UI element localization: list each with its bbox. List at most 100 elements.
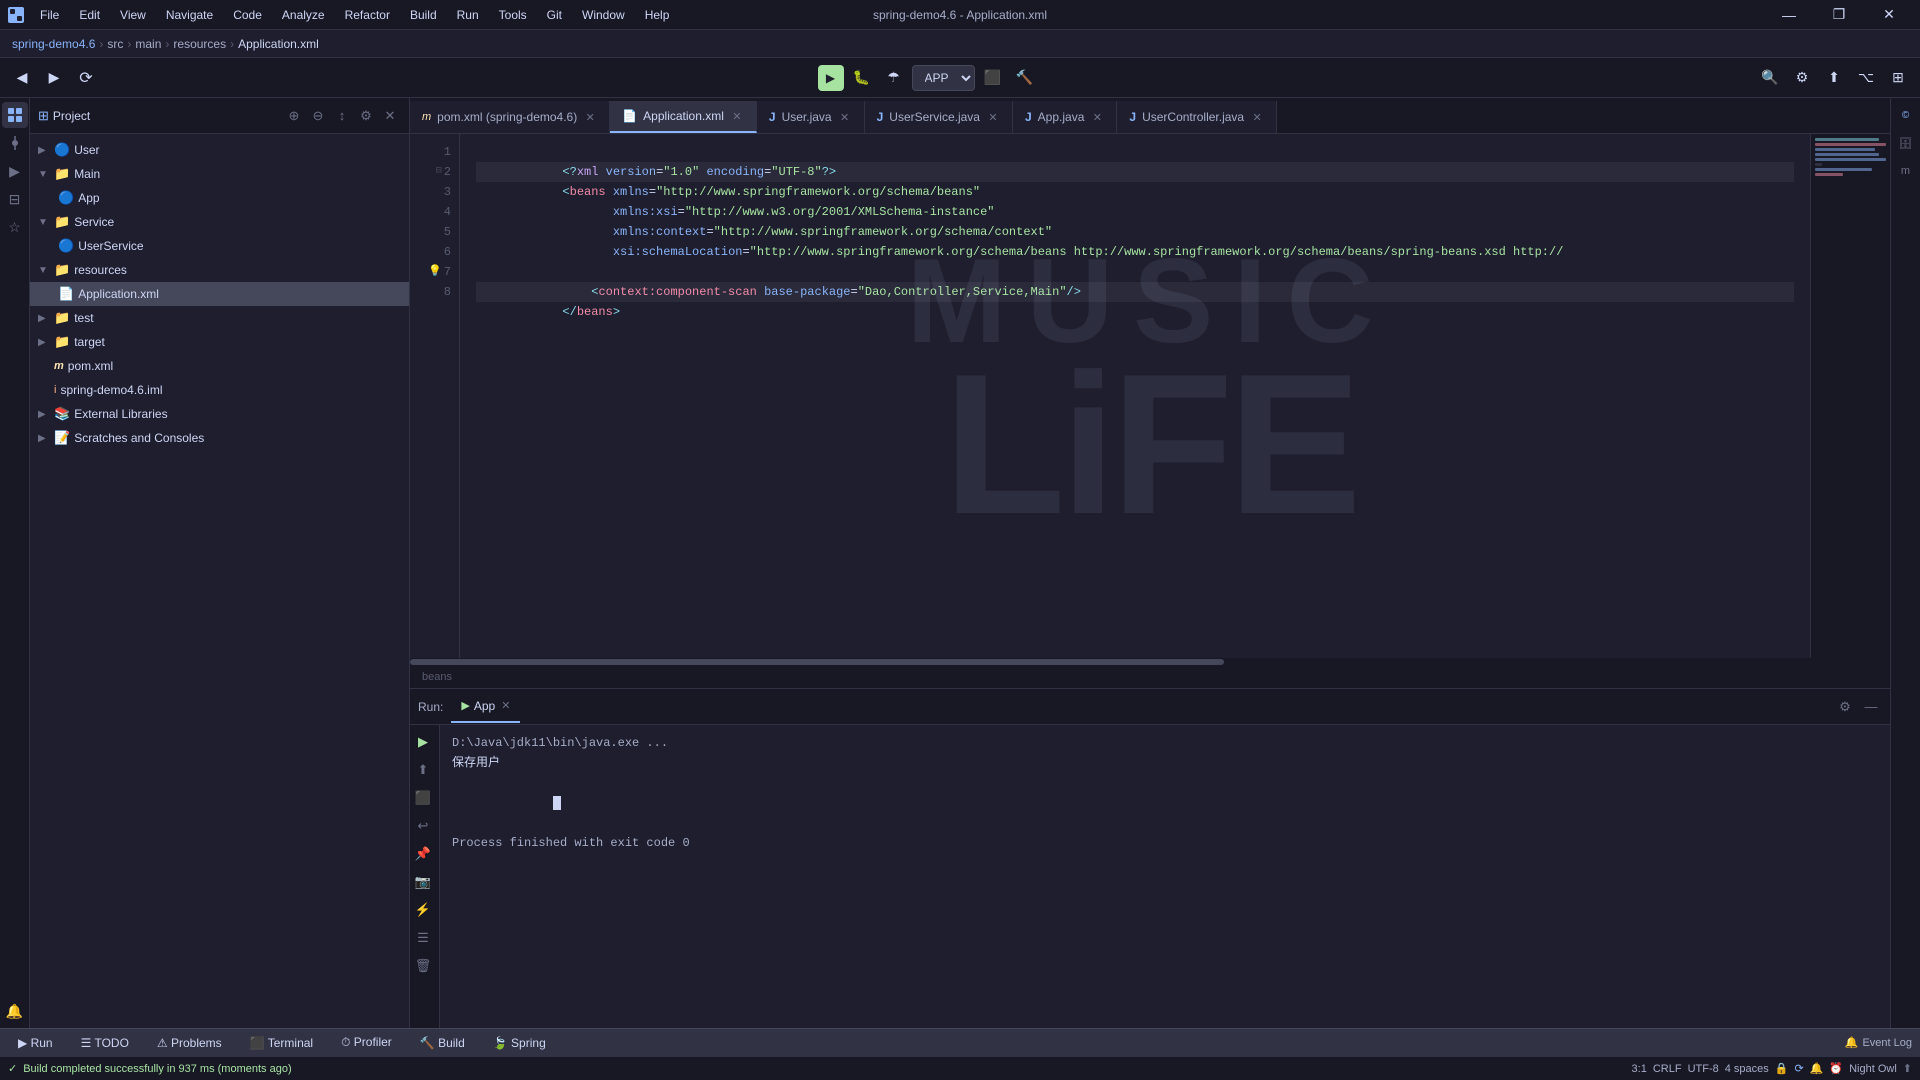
collapse-all-button[interactable]: ⊖	[307, 105, 329, 127]
tree-item-test[interactable]: ▶ 📁 test	[30, 306, 409, 330]
code-content[interactable]: <?xml version="1.0" encoding="UTF-8"?> <…	[460, 134, 1810, 658]
locate-file-button[interactable]: ⊕	[283, 105, 305, 127]
run-button[interactable]: ▶	[818, 65, 844, 91]
tree-item-resources[interactable]: ▼ 📁 resources	[30, 258, 409, 282]
run-tab-close[interactable]: ✕	[501, 699, 510, 712]
menu-git[interactable]: Git	[539, 6, 570, 24]
search-everywhere-button[interactable]: 🔍	[1756, 64, 1784, 92]
tab-pom-close[interactable]: ✕	[583, 110, 597, 124]
run-tool-trash[interactable]: 🗑	[410, 953, 436, 979]
close-button[interactable]: ✕	[1866, 0, 1912, 30]
tree-item-external-libs[interactable]: ▶ 📚 External Libraries	[30, 402, 409, 426]
run-tool-pin[interactable]: 📌	[410, 841, 436, 867]
run-tab-app[interactable]: ▶ App ✕	[451, 691, 520, 723]
breadcrumb-part-4[interactable]: resources	[173, 37, 226, 51]
breadcrumb-part-1[interactable]: spring-demo4.6	[12, 37, 95, 51]
layout-button[interactable]: ⊞	[1884, 64, 1912, 92]
line-ending-status[interactable]: CRLF	[1653, 1063, 1682, 1075]
menu-navigate[interactable]: Navigate	[158, 6, 221, 24]
theme-status[interactable]: Night Owl	[1849, 1063, 1897, 1075]
breadcrumb-part-5[interactable]: Application.xml	[238, 37, 319, 51]
encoding-status[interactable]: UTF-8	[1688, 1063, 1719, 1075]
position-status[interactable]: 3:1	[1632, 1063, 1647, 1075]
breadcrumb-part-3[interactable]: main	[135, 37, 161, 51]
tree-item-pom-xml[interactable]: m pom.xml	[30, 354, 409, 378]
bottom-tab-run[interactable]: ▶ Run	[8, 1034, 63, 1052]
menu-code[interactable]: Code	[225, 6, 270, 24]
build-project-button[interactable]: 🔨	[1011, 64, 1039, 92]
settings-button[interactable]: ⚙	[1788, 64, 1816, 92]
bottom-tab-terminal[interactable]: ⬛ Terminal	[240, 1034, 323, 1052]
tree-item-iml[interactable]: i spring-demo4.6.iml	[30, 378, 409, 402]
settings-run-button[interactable]: ⚙	[1834, 696, 1856, 718]
menu-view[interactable]: View	[112, 6, 154, 24]
menu-help[interactable]: Help	[637, 6, 678, 24]
back-button[interactable]: ◀	[8, 64, 36, 92]
codota-icon[interactable]: ©	[1893, 102, 1919, 128]
scrollbar-thumb[interactable]	[410, 659, 1224, 665]
bottom-tab-todo[interactable]: ☰ TODO	[71, 1034, 139, 1052]
refresh-button[interactable]: ⟳	[72, 64, 100, 92]
tab-userservice-close[interactable]: ✕	[986, 110, 1000, 124]
menu-tools[interactable]: Tools	[491, 6, 535, 24]
tree-item-user[interactable]: ▶ 🔵 User	[30, 138, 409, 162]
tree-item-application-xml[interactable]: 📄 Application.xml	[30, 282, 409, 306]
menu-refactor[interactable]: Refactor	[337, 6, 398, 24]
git-button[interactable]: ⌥	[1852, 64, 1880, 92]
run-tool-wrap[interactable]: ↩	[410, 813, 436, 839]
run-tool-filter[interactable]: ⚡	[410, 897, 436, 923]
run-tool-list[interactable]: ☰	[410, 925, 436, 951]
bookmark-icon[interactable]: ☆	[2, 214, 28, 240]
project-icon[interactable]	[2, 102, 28, 128]
notifications-icon[interactable]: 🔔	[2, 998, 28, 1024]
forward-button[interactable]: ▶	[40, 64, 68, 92]
breadcrumb-part-2[interactable]: src	[107, 37, 123, 51]
menu-run[interactable]: Run	[449, 6, 487, 24]
vcs-button[interactable]: ⬆	[1820, 64, 1848, 92]
menu-analyze[interactable]: Analyze	[274, 6, 333, 24]
stop-button[interactable]: ⬛	[979, 64, 1007, 92]
tab-usercontroller-close[interactable]: ✕	[1250, 110, 1264, 124]
tab-user-java[interactable]: J User.java ✕	[757, 101, 865, 133]
indent-status[interactable]: 4 spaces	[1725, 1063, 1769, 1075]
sort-button[interactable]: ↕	[331, 105, 353, 127]
tree-item-main[interactable]: ▼ 📁 Main	[30, 162, 409, 186]
tab-app-java[interactable]: J App.java ✕	[1013, 101, 1117, 133]
run-tool-camera[interactable]: 📷	[410, 869, 436, 895]
bottom-tab-profiler[interactable]: ⏱ Profiler	[331, 1033, 402, 1052]
run-tool-scroll-top[interactable]: ⬆	[410, 757, 436, 783]
tab-pom-xml[interactable]: m pom.xml (spring-demo4.6) ✕	[410, 101, 610, 133]
tree-item-scratches[interactable]: ▶ 📝 Scratches and Consoles	[30, 426, 409, 450]
editor-horizontal-scrollbar[interactable]	[410, 658, 1890, 666]
minimize-button[interactable]: —	[1766, 0, 1812, 30]
tree-item-target[interactable]: ▶ 📁 target	[30, 330, 409, 354]
bottom-tab-build[interactable]: 🔨 Build	[410, 1034, 475, 1052]
database-icon[interactable]: 🗄	[1893, 130, 1919, 156]
menu-window[interactable]: Window	[574, 6, 633, 24]
bottom-tab-spring[interactable]: 🍃 Spring	[483, 1034, 556, 1052]
maximize-button[interactable]: ❐	[1816, 0, 1862, 30]
run-config-select[interactable]: APP	[912, 65, 975, 91]
tree-item-userservice[interactable]: 🔵 UserService	[30, 234, 409, 258]
event-log-status[interactable]: 🔔 Event Log	[1845, 1036, 1912, 1049]
structure-icon[interactable]: ⊟	[2, 186, 28, 212]
tab-app-close[interactable]: ✕	[1090, 110, 1104, 124]
minimize-run-button[interactable]: —	[1860, 696, 1882, 718]
run-dashboard-icon[interactable]: ▶	[2, 158, 28, 184]
tab-usercontroller-java[interactable]: J UserController.java ✕	[1117, 101, 1277, 133]
tab-user-close[interactable]: ✕	[838, 110, 852, 124]
tab-application-close[interactable]: ✕	[730, 109, 744, 123]
maven-icon[interactable]: m	[1893, 158, 1919, 184]
tab-userservice-java[interactable]: J UserService.java ✕	[865, 101, 1013, 133]
menu-edit[interactable]: Edit	[71, 6, 108, 24]
commit-icon[interactable]	[2, 130, 28, 156]
code-editor[interactable]: MUSIC LiFE 1 ⊟2 3 4 5 6 💡7 8	[410, 134, 1890, 658]
tree-item-app[interactable]: 🔵 App	[30, 186, 409, 210]
bottom-tab-problems[interactable]: ⚠ Problems	[147, 1034, 232, 1052]
tree-item-service[interactable]: ▼ 📁 Service	[30, 210, 409, 234]
menu-file[interactable]: File	[32, 6, 67, 24]
tab-application-xml[interactable]: 📄 Application.xml ✕	[610, 101, 757, 133]
debug-button[interactable]: 🐛	[848, 64, 876, 92]
run-tool-play[interactable]: ▶	[410, 729, 436, 755]
hide-panel-button[interactable]: ✕	[379, 105, 401, 127]
